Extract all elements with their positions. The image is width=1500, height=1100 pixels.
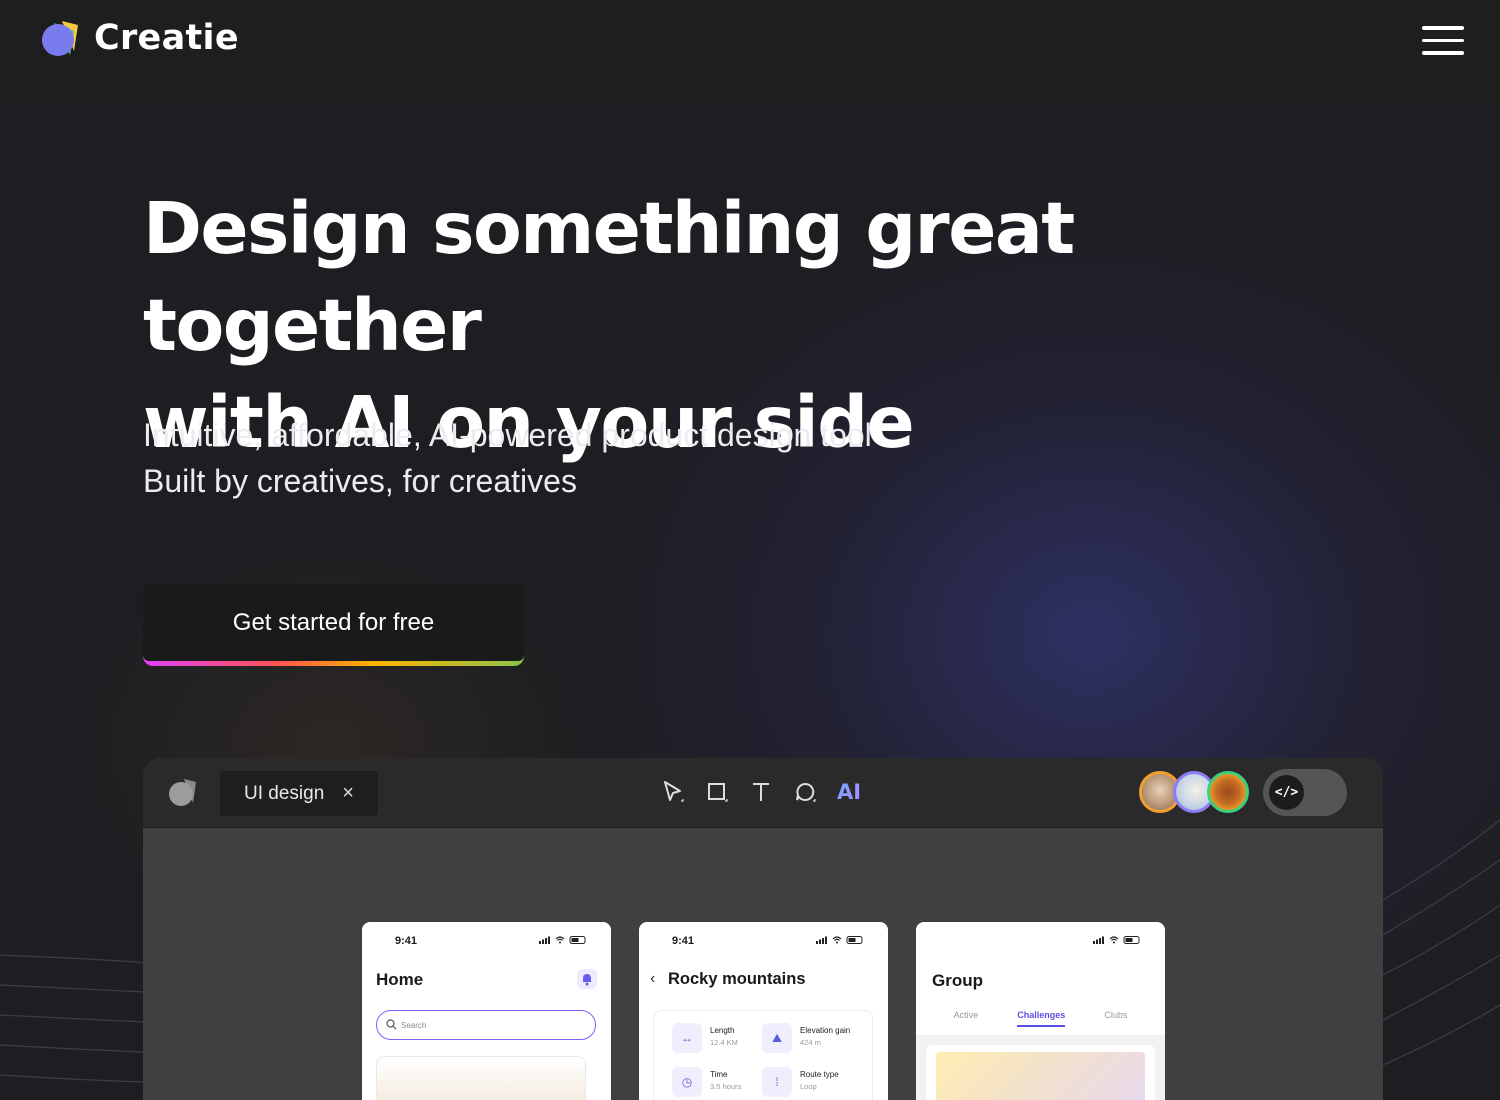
status-icons bbox=[1093, 936, 1140, 944]
challenge-card[interactable] bbox=[926, 1045, 1155, 1100]
editor-toolbar: UI design × AI </> bbox=[143, 758, 1383, 828]
stat-elevation: ⛰ Elevation gain 424 m bbox=[762, 1023, 850, 1053]
stat-value: 424 m bbox=[800, 1038, 821, 1047]
search-input[interactable]: Search bbox=[376, 1010, 596, 1040]
menu-line-icon bbox=[1422, 26, 1464, 30]
avatar[interactable] bbox=[1207, 771, 1249, 813]
stat-value: 3.5 hours bbox=[710, 1082, 742, 1091]
stat-label: Time bbox=[710, 1070, 728, 1079]
stat-label: Elevation gain bbox=[800, 1026, 851, 1035]
screen-title: Group bbox=[932, 971, 983, 990]
trail-stats-card: ↔ Length 12.4 KM ⛰ Elevation gain 424 m ◷ … bbox=[653, 1010, 873, 1100]
tool-group: AI bbox=[661, 778, 861, 806]
tab-challenges[interactable]: Challenges bbox=[1017, 1010, 1066, 1027]
editor-preview: UI design × AI </> 9:41 Home Search 9:41… bbox=[143, 758, 1383, 1100]
get-started-button[interactable]: Get started for free bbox=[143, 584, 524, 666]
screen-home[interactable]: 9:41 Home Search bbox=[362, 922, 611, 1100]
square-icon bbox=[708, 783, 728, 802]
text-icon bbox=[753, 783, 769, 801]
dev-mode-toggle[interactable]: </> bbox=[1263, 769, 1347, 816]
status-time: 9:41 bbox=[672, 935, 695, 947]
hero-subtitle-line1: Intuitive, affordable, AI-powered produc… bbox=[143, 417, 872, 453]
editor-logo-icon[interactable] bbox=[167, 776, 199, 808]
screen-trail[interactable]: 9:41 ‹ Rocky mountains ↔ Length 12.4 KM ⛰… bbox=[639, 922, 888, 1100]
tab-active[interactable]: Active bbox=[954, 1010, 979, 1027]
hamburger-menu-button[interactable] bbox=[1422, 26, 1464, 56]
stat-time: ◷ Time 3.5 hours bbox=[672, 1067, 741, 1097]
screen-group[interactable]: Group Active Challenges Clubs bbox=[916, 922, 1165, 1100]
close-icon[interactable]: × bbox=[342, 782, 354, 805]
code-icon: </> bbox=[1269, 775, 1304, 810]
status-time: 9:41 bbox=[395, 935, 418, 947]
screen-title: Home bbox=[376, 970, 424, 989]
brand-name: Creatie bbox=[94, 18, 239, 58]
top-navigation: Creatie bbox=[0, 0, 1500, 105]
stat-label: Route type bbox=[800, 1070, 839, 1079]
stat-label: Length bbox=[710, 1026, 735, 1035]
search-icon bbox=[386, 1019, 397, 1030]
stat-value: Loop bbox=[800, 1082, 817, 1091]
comment-tool[interactable] bbox=[793, 778, 817, 806]
tab-label: UI design bbox=[244, 782, 325, 804]
screen-title: Rocky mountains bbox=[668, 970, 806, 988]
stat-length: ↔ Length 12.4 KM bbox=[672, 1023, 738, 1053]
text-tool[interactable] bbox=[749, 778, 773, 806]
status-icons bbox=[816, 936, 863, 944]
hero-subtitle-line2: Built by creatives, for creatives bbox=[143, 463, 577, 499]
stat-route-type: ⁞ Route type Loop bbox=[762, 1067, 839, 1097]
clock-icon: ◷ bbox=[672, 1067, 702, 1097]
footsteps-icon: ⁞ bbox=[762, 1067, 792, 1097]
group-content bbox=[916, 1035, 1165, 1100]
creatie-logo-icon bbox=[42, 21, 78, 56]
menu-line-icon bbox=[1422, 38, 1464, 42]
collaborator-avatars bbox=[1139, 771, 1249, 813]
ai-tool[interactable]: AI bbox=[837, 778, 861, 806]
status-icons bbox=[539, 936, 586, 944]
tab-ui-design[interactable]: UI design × bbox=[220, 771, 378, 816]
cursor-icon bbox=[664, 781, 684, 802]
group-tabs: Active Challenges Clubs bbox=[916, 1010, 1165, 1027]
comment-icon bbox=[796, 782, 816, 802]
challenge-image bbox=[936, 1052, 1145, 1100]
arrows-horizontal-icon: ↔ bbox=[672, 1023, 702, 1053]
back-chevron-icon[interactable]: ‹ bbox=[650, 970, 655, 988]
tab-clubs[interactable]: Clubs bbox=[1104, 1010, 1127, 1027]
stat-value: 12.4 KM bbox=[710, 1038, 738, 1047]
search-placeholder: Search bbox=[401, 1020, 427, 1030]
mountain-icon: ⛰ bbox=[762, 1023, 792, 1053]
get-started-label: Get started for free bbox=[143, 584, 524, 661]
feature-card[interactable] bbox=[376, 1056, 586, 1100]
brand-logo[interactable]: Creatie bbox=[40, 17, 239, 59]
hero-subtitle: Intuitive, affordable, AI-powered produc… bbox=[143, 412, 1043, 504]
frame-tool[interactable] bbox=[705, 778, 729, 806]
pointer-tool[interactable] bbox=[661, 778, 685, 806]
hero-title-line1: Design something great together bbox=[143, 187, 1075, 367]
menu-line-icon bbox=[1422, 51, 1464, 55]
bell-icon[interactable] bbox=[577, 969, 597, 989]
